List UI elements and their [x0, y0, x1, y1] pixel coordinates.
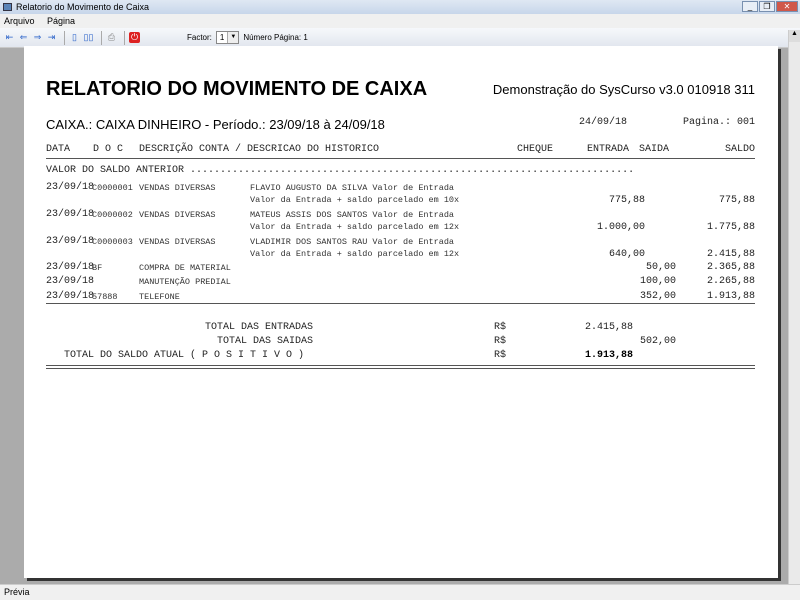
- total-entradas-value: 2.415,88: [584, 322, 633, 333]
- close-button[interactable]: ✕: [776, 1, 798, 12]
- row-doc: C0000003: [92, 237, 133, 247]
- status-bar: Prévia: [0, 584, 800, 600]
- total-saidas-currency: R$: [494, 336, 507, 347]
- col-desc: DESCRIÇÃO CONTA / DESCRICAO DO HISTORICO: [139, 144, 380, 155]
- row-entrada: 775,88: [608, 195, 645, 206]
- single-page-icon[interactable]: ▯: [69, 32, 80, 43]
- row-saida: 352,00: [639, 291, 676, 302]
- first-page-icon[interactable]: ⇤: [4, 32, 15, 43]
- total-entradas-label: TOTAL DAS ENTRADAS: [204, 322, 313, 333]
- col-saldo: SALDO: [724, 144, 755, 155]
- col-entrada: ENTRADA: [587, 144, 630, 155]
- report-date: 24/09/18: [579, 117, 628, 128]
- row-historico: FLAVIO AUGUSTO DA SILVA Valor de Entrada: [250, 183, 455, 193]
- window-title: Relatorio do Movimento de Caixa: [16, 2, 150, 12]
- row-saldo: 2.265,88: [706, 276, 755, 287]
- vertical-scrollbar[interactable]: ▲: [788, 30, 800, 584]
- row-saida: 50,00: [645, 262, 676, 273]
- menu-arquivo[interactable]: Arquivo: [4, 16, 35, 26]
- row-historico: MATEUS ASSIS DOS SANTOS Valor de Entrada: [250, 210, 455, 220]
- col-data: DATA: [46, 144, 71, 155]
- row-saida: 100,00: [639, 276, 676, 287]
- row-saldo: 2.415,88: [706, 249, 755, 260]
- next-page-icon[interactable]: ⇒: [32, 32, 43, 43]
- row-date: 23/09/18: [46, 209, 95, 220]
- page-number: Pagina.: 001: [682, 117, 755, 128]
- row-historico-2: Valor da Entrada + saldo parcelado em 12…: [250, 249, 460, 259]
- total-saldo-value: 1.913,88: [584, 350, 633, 361]
- row-saldo: 775,88: [718, 195, 755, 206]
- row-entrada: 640,00: [608, 249, 645, 260]
- total-saldo-label: TOTAL DO SALDO ATUAL ( P O S I T I V O ): [64, 350, 305, 361]
- divider: [46, 365, 755, 366]
- two-pages-icon[interactable]: ▯▯: [83, 32, 94, 43]
- row-date: 23/09/18: [46, 182, 95, 193]
- maximize-button[interactable]: ❐: [759, 1, 775, 12]
- chevron-down-icon: ▼: [227, 32, 239, 43]
- row-conta: VENDAS DIVERSAS: [139, 183, 216, 193]
- row-conta: TELEFONE: [139, 292, 180, 302]
- report-viewport: RELATORIO DO MOVIMENTO DE CAIXA Demonstr…: [0, 46, 788, 584]
- factor-select[interactable]: 1 ▼: [215, 31, 240, 44]
- caixa-period: CAIXA.: CAIXA DINHEIRO - Período.: 23/09…: [46, 117, 385, 132]
- scroll-up-icon[interactable]: ▲: [789, 30, 800, 42]
- divider: [64, 30, 65, 45]
- print-icon[interactable]: ⎙: [106, 32, 117, 43]
- factor-label: Factor:: [187, 33, 212, 42]
- row-saldo: 1.775,88: [706, 222, 755, 233]
- divider: [46, 303, 755, 304]
- row-doc: 57888: [92, 292, 118, 302]
- factor-value: 1: [219, 33, 225, 42]
- row-conta: COMPRA DE MATERIAL: [139, 263, 231, 273]
- exit-icon[interactable]: ⏻: [129, 32, 140, 43]
- saldo-anterior: VALOR DO SALDO ANTERIOR ................…: [46, 165, 635, 176]
- divider: [46, 158, 755, 159]
- row-conta: MANUTENÇÃO PREDIAL: [139, 277, 231, 287]
- report-subtitle: Demonstração do SysCurso v3.0 010918 311: [492, 82, 755, 97]
- row-conta: VENDAS DIVERSAS: [139, 210, 216, 220]
- divider: [46, 368, 755, 369]
- toolbar: ⇤ ⇐ ⇒ ⇥ ▯ ▯▯ ⎙ ⏻ Factor: 1 ▼ Número Págin…: [0, 28, 800, 48]
- menu-bar: Arquivo Página: [0, 14, 800, 28]
- row-saldo: 2.365,88: [706, 262, 755, 273]
- row-entrada: 1.000,00: [596, 222, 645, 233]
- app-icon: [3, 3, 12, 11]
- row-conta: VENDAS DIVERSAS: [139, 237, 216, 247]
- divider: [101, 30, 102, 45]
- page-number-label: Número Página: 1: [243, 33, 308, 42]
- row-doc: C0000002: [92, 210, 133, 220]
- total-saidas-label: TOTAL DAS SAIDAS: [216, 336, 313, 347]
- row-date: 23/09/18: [46, 291, 95, 302]
- previous-page-icon[interactable]: ⇐: [18, 32, 29, 43]
- row-historico-2: Valor da Entrada + saldo parcelado em 12…: [250, 222, 460, 232]
- col-cheque: CHEQUE: [517, 144, 554, 155]
- last-page-icon[interactable]: ⇥: [46, 32, 57, 43]
- row-doc: C0000001: [92, 183, 133, 193]
- title-bar: Relatorio do Movimento de Caixa _ ❐ ✕: [0, 0, 800, 14]
- divider: [124, 30, 125, 45]
- row-date: 23/09/18: [46, 276, 95, 287]
- col-doc: D O C: [93, 144, 124, 155]
- row-date: 23/09/18: [46, 262, 95, 273]
- row-historico-2: Valor da Entrada + saldo parcelado em 10…: [250, 195, 460, 205]
- total-saldo-currency: R$: [494, 350, 507, 361]
- col-saida: SAIDA: [639, 144, 670, 155]
- report-page: RELATORIO DO MOVIMENTO DE CAIXA Demonstr…: [24, 46, 778, 578]
- total-entradas-currency: R$: [494, 322, 507, 333]
- menu-pagina[interactable]: Página: [47, 16, 75, 26]
- minimize-button[interactable]: _: [742, 1, 758, 12]
- report-title: RELATORIO DO MOVIMENTO DE CAIXA: [46, 78, 428, 100]
- row-historico: VLADIMIR DOS SANTOS RAU Valor de Entrada: [250, 237, 455, 247]
- row-doc: BF: [92, 263, 103, 273]
- row-date: 23/09/18: [46, 236, 95, 247]
- row-saldo: 1.913,88: [706, 291, 755, 302]
- total-saidas-value: 502,00: [639, 336, 676, 347]
